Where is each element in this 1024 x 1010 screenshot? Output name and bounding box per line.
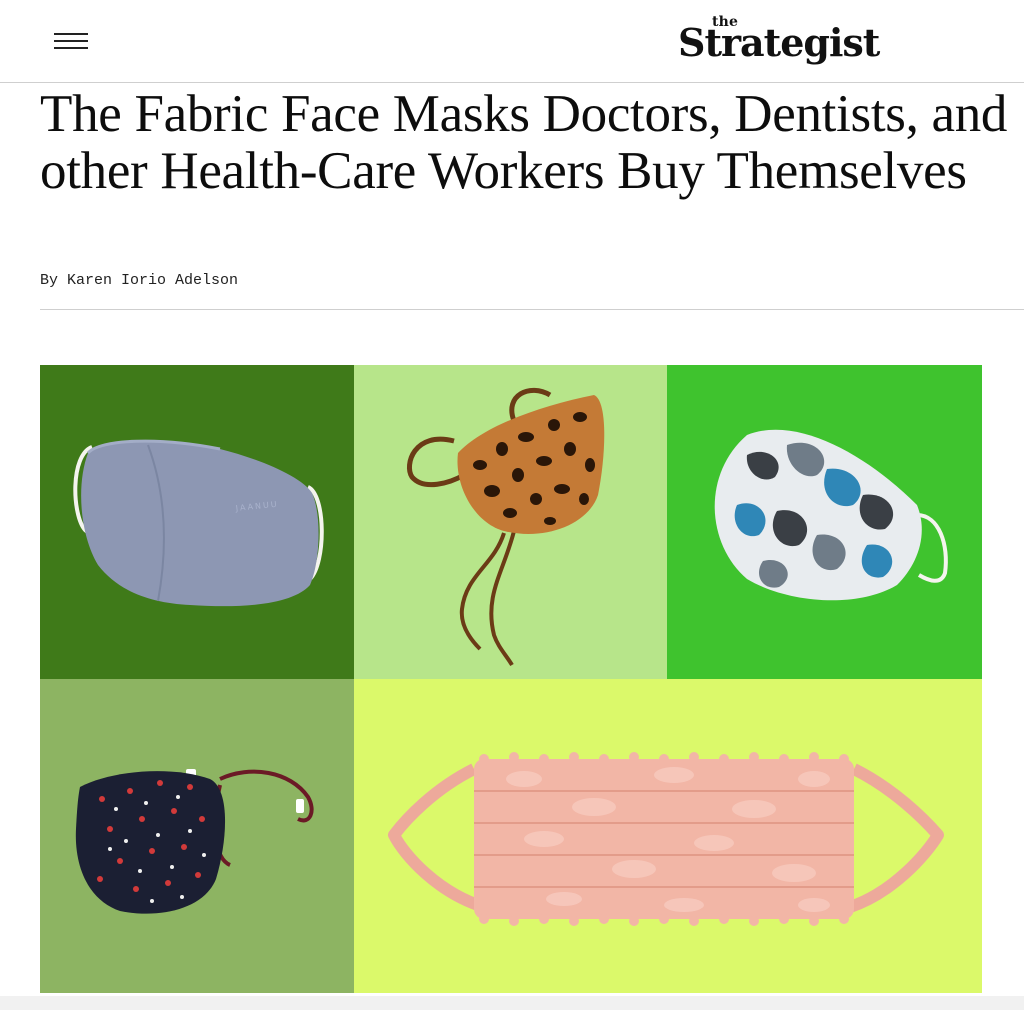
site-header: the Strategist xyxy=(0,0,1024,82)
panel-camo-mask xyxy=(667,365,982,679)
bottom-edge xyxy=(0,996,1024,1010)
panel-floral-mask xyxy=(40,679,354,993)
article-headline: The Fabric Face Masks Doctors, Dentists,… xyxy=(40,85,1008,200)
panel-lace-mask xyxy=(354,679,982,993)
menu-line xyxy=(54,47,88,49)
panel-leopard-mask xyxy=(354,365,667,679)
site-logo[interactable]: the Strategist xyxy=(672,10,892,72)
lace-mask-illustration xyxy=(388,752,944,926)
article-byline: By Karen Iorio Adelson xyxy=(40,272,239,289)
byline-divider xyxy=(40,309,1024,310)
floral-mask-illustration xyxy=(75,769,314,914)
hero-image: JAANUU xyxy=(40,365,982,993)
header-divider xyxy=(0,82,1024,83)
menu-line xyxy=(54,40,88,42)
logo-wordmark: Strategist xyxy=(678,20,880,65)
camo-mask-illustration xyxy=(714,429,948,601)
hamburger-menu-icon[interactable] xyxy=(54,30,90,52)
gray-mask-illustration: JAANUU xyxy=(73,439,324,607)
menu-line xyxy=(54,33,88,35)
leopard-mask-illustration xyxy=(406,387,605,667)
panel-gray-mask: JAANUU xyxy=(40,365,354,679)
